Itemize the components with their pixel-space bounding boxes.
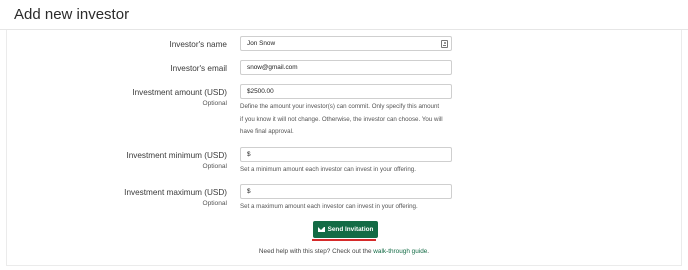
name-input-value: Jon Snow: [247, 40, 276, 47]
name-label: Investor's name: [169, 40, 227, 49]
email-input-value: snow@gmail.com: [247, 64, 298, 71]
amount-input[interactable]: $2500.00: [240, 84, 452, 99]
maximum-optional-label: Optional: [202, 200, 227, 207]
send-invitation-label: Send Invitation: [327, 226, 374, 233]
maximum-input[interactable]: $: [240, 184, 452, 199]
footer-text: Need help with this step? Check out the: [258, 248, 374, 255]
page-title: Add new investor: [14, 6, 130, 23]
help-footer: Need help with this step? Check out the …: [0, 248, 688, 255]
email-label: Investor's email: [170, 64, 227, 73]
page-header: Add new investor: [0, 0, 688, 30]
name-input[interactable]: Jon Snow: [240, 36, 452, 51]
envelope-icon: [317, 227, 325, 232]
minimum-label: Investment minimum (USD): [126, 151, 227, 160]
minimum-input-value: $: [247, 151, 251, 158]
minimum-input[interactable]: $: [240, 147, 452, 162]
footer-end: .: [427, 248, 430, 255]
minimum-optional-label: Optional: [202, 163, 227, 170]
amount-input-value: $2500.00: [247, 88, 274, 95]
amount-help-line: if you know it will not change. Otherwis…: [240, 115, 443, 123]
maximum-help: Set a maximum amount each investor can i…: [240, 203, 418, 210]
maximum-label: Investment maximum (USD): [124, 188, 227, 197]
email-input[interactable]: snow@gmail.com: [240, 60, 452, 75]
amount-help-line: have final approval.: [240, 128, 294, 135]
contact-card-icon[interactable]: [441, 39, 448, 48]
minimum-help: Set a minimum amount each investor can i…: [240, 166, 416, 173]
maximum-input-value: $: [247, 188, 251, 195]
amount-label: Investment amount (USD): [132, 88, 227, 97]
button-underline-annotation: [312, 239, 376, 241]
amount-optional-label: Optional: [202, 100, 227, 107]
amount-help-line: Define the amount your investor(s) can c…: [240, 103, 440, 110]
send-invitation-button[interactable]: Send Invitation: [313, 221, 378, 238]
amount-help: Define the amount your investor(s) can c…: [240, 101, 462, 139]
walk-through-guide-link[interactable]: walk-through guide: [373, 248, 427, 255]
